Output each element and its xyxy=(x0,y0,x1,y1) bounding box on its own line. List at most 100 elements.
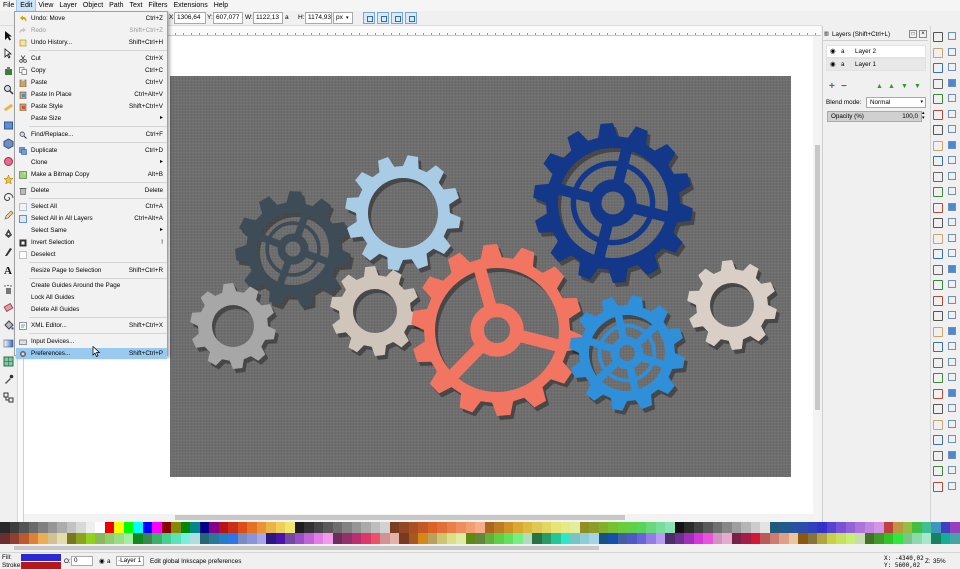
color-swatch[interactable] xyxy=(494,522,504,533)
print-icon[interactable] xyxy=(933,78,943,89)
color-swatch[interactable] xyxy=(769,533,779,544)
pencil-icon[interactable] xyxy=(3,210,14,221)
cut-alt-icon[interactable] xyxy=(948,171,956,180)
layers-icon[interactable] xyxy=(933,357,943,368)
color-swatch[interactable] xyxy=(180,522,190,533)
color-swatch[interactable] xyxy=(598,533,608,544)
color-swatch[interactable] xyxy=(123,533,133,544)
opacity-stepper-icon[interactable]: ▴ ▾ xyxy=(922,111,925,121)
copy-alt-icon[interactable] xyxy=(948,156,956,164)
snap-nodes-icon[interactable] xyxy=(933,450,943,461)
color-swatch[interactable] xyxy=(9,533,19,544)
color-swatch[interactable] xyxy=(294,522,304,533)
menu-item-resize-page[interactable]: Resize Page to Selection Shift+Ctrl+R xyxy=(16,265,167,276)
dropper-icon[interactable] xyxy=(3,374,14,385)
color-swatch[interactable] xyxy=(199,533,209,544)
color-swatch[interactable] xyxy=(152,533,162,544)
color-swatch[interactable] xyxy=(275,533,285,544)
copy-icon[interactable] xyxy=(933,156,943,166)
zoom-page-icon[interactable] xyxy=(933,233,943,244)
menu-item-copy[interactable]: Copy Ctrl+C xyxy=(16,65,167,76)
color-swatch[interactable] xyxy=(133,522,143,533)
color-swatch[interactable] xyxy=(617,522,627,533)
connector-icon[interactable] xyxy=(3,392,14,403)
menu-item-invert-selection[interactable]: Invert Selection! xyxy=(16,237,167,248)
color-swatch[interactable] xyxy=(912,522,922,533)
color-swatch[interactable] xyxy=(912,533,922,544)
color-swatch[interactable] xyxy=(874,522,884,533)
color-swatch[interactable] xyxy=(247,522,257,533)
color-swatch[interactable] xyxy=(560,522,570,533)
color-swatch[interactable] xyxy=(665,522,675,533)
menu-edit[interactable]: Edit xyxy=(16,0,37,12)
move-patterns-button[interactable] xyxy=(405,12,417,24)
color-swatch[interactable] xyxy=(636,522,646,533)
align-icon[interactable] xyxy=(933,373,943,383)
eye-icon[interactable]: ◉ xyxy=(830,48,836,55)
zoom-selection-icon[interactable] xyxy=(933,202,943,213)
color-swatch[interactable] xyxy=(503,522,513,533)
color-swatch[interactable] xyxy=(323,522,333,533)
color-swatch[interactable] xyxy=(503,533,513,544)
color-swatch[interactable] xyxy=(275,522,285,533)
color-swatch[interactable] xyxy=(389,522,399,533)
color-swatch[interactable] xyxy=(285,533,295,544)
color-swatch[interactable] xyxy=(921,522,931,533)
color-swatch[interactable] xyxy=(560,533,570,544)
color-swatch[interactable] xyxy=(209,522,219,533)
xml-alt-icon[interactable] xyxy=(948,388,956,397)
color-swatch[interactable] xyxy=(142,522,152,533)
color-swatch[interactable] xyxy=(788,522,798,533)
xml-icon[interactable] xyxy=(933,388,943,399)
color-swatch[interactable] xyxy=(304,533,314,544)
menu-item-redo[interactable]: Redo Shift+Ctrl+Z xyxy=(16,25,167,36)
fill-indicator[interactable] xyxy=(21,554,61,561)
salmon-gear[interactable] xyxy=(411,244,586,420)
new-doc-icon[interactable] xyxy=(933,32,943,42)
menu-item-create-guides[interactable]: Create Guides Around the Page xyxy=(16,280,167,291)
color-swatch[interactable] xyxy=(361,522,371,533)
color-swatch[interactable] xyxy=(741,533,751,544)
color-swatch[interactable] xyxy=(579,522,589,533)
color-swatch[interactable] xyxy=(38,522,48,533)
zoom-drawing-icon[interactable] xyxy=(933,218,943,228)
star-icon[interactable] xyxy=(3,174,14,185)
paste-alt-icon[interactable] xyxy=(948,187,956,195)
snap-guide-alt-icon[interactable] xyxy=(948,466,956,474)
color-swatch[interactable] xyxy=(703,522,713,533)
fill-stroke-alt-icon[interactable] xyxy=(948,326,956,335)
color-swatch[interactable] xyxy=(855,522,865,533)
3dbox-icon[interactable] xyxy=(3,138,14,149)
color-swatch[interactable] xyxy=(750,533,760,544)
lock-open-icon[interactable]: a xyxy=(841,61,845,68)
vertical-scrollbar-thumb[interactable] xyxy=(815,145,820,410)
color-swatch[interactable] xyxy=(693,533,703,544)
color-swatch[interactable] xyxy=(351,522,361,533)
color-swatch[interactable] xyxy=(693,522,703,533)
paste-icon[interactable] xyxy=(933,187,943,197)
color-swatch[interactable] xyxy=(190,522,200,533)
color-swatch[interactable] xyxy=(161,522,171,533)
color-swatch[interactable] xyxy=(380,533,390,544)
w-input[interactable]: 1122,13 xyxy=(253,12,283,24)
zoom-selection-alt-icon[interactable] xyxy=(948,202,956,211)
color-swatch[interactable] xyxy=(836,533,846,544)
node-icon[interactable] xyxy=(3,48,14,59)
color-swatch[interactable] xyxy=(0,522,10,533)
spray-icon[interactable] xyxy=(3,284,14,295)
color-swatch[interactable] xyxy=(218,522,228,533)
color-swatch[interactable] xyxy=(779,533,789,544)
color-swatch[interactable] xyxy=(228,522,238,533)
color-swatch[interactable] xyxy=(285,522,295,533)
lock-open-icon[interactable]: a xyxy=(107,558,111,565)
layer-row-layer-1[interactable]: ◉ a Layer 1 xyxy=(826,58,926,71)
color-swatch[interactable] xyxy=(465,522,475,533)
color-swatch[interactable] xyxy=(836,522,846,533)
menu-file[interactable]: File xyxy=(0,0,17,11)
menu-item-xml-editor[interactable]: XML Editor... Shift+Ctrl+X xyxy=(16,320,167,331)
color-swatch[interactable] xyxy=(551,522,561,533)
new-doc-alt-icon[interactable] xyxy=(948,32,956,40)
color-swatch[interactable] xyxy=(598,522,608,533)
print-alt-icon[interactable] xyxy=(948,78,956,87)
snap-grid-icon[interactable] xyxy=(933,481,943,492)
